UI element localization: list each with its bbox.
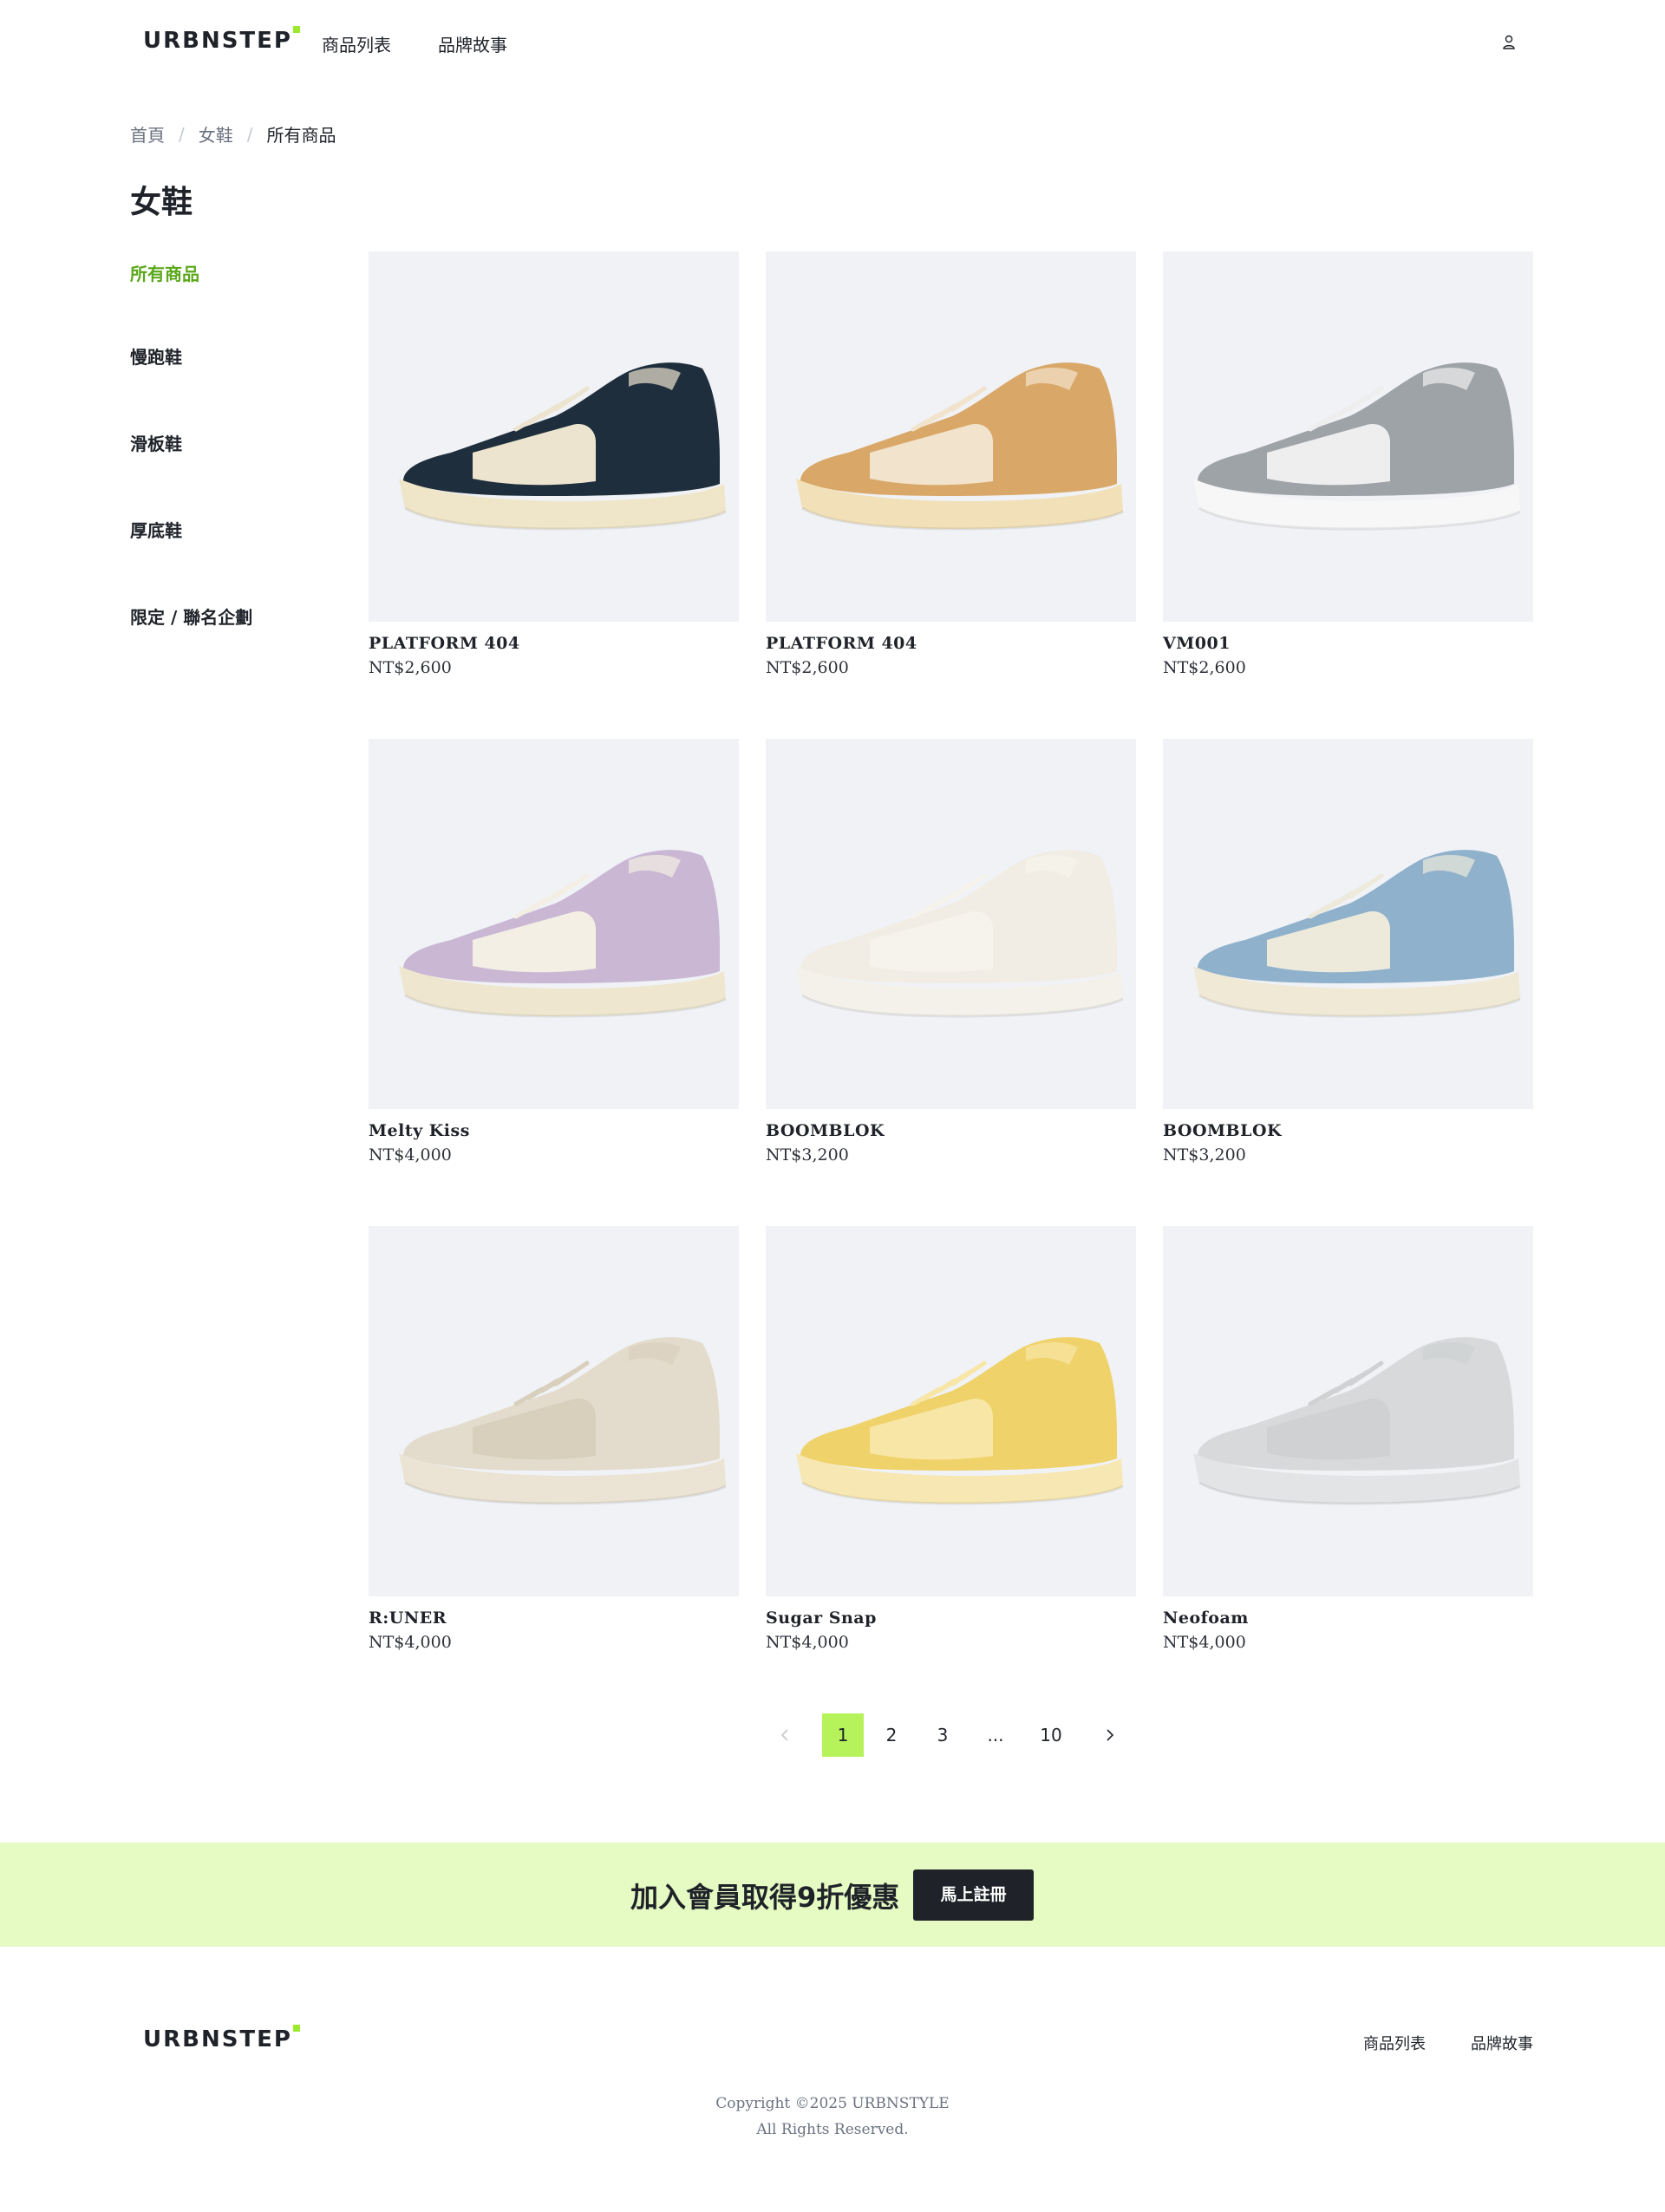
footer-logo[interactable]: URBNSTEP <box>143 2025 300 2052</box>
page-ellipsis: ... <box>987 1725 1004 1745</box>
product-price: NT$4,000 <box>369 1145 452 1165</box>
sneaker-illustration <box>1193 1337 1521 1505</box>
product-image[interactable] <box>766 251 1136 622</box>
product-card[interactable]: PLATFORM 404 NT$2,600 <box>766 251 1136 677</box>
product-image[interactable] <box>766 739 1136 1109</box>
product-name[interactable]: R:UNER <box>369 1608 739 1628</box>
breadcrumb-home[interactable]: 首頁 <box>130 121 165 147</box>
sidebar-item-limited-collab[interactable]: 限定 / 聯名企劃 <box>130 604 252 629</box>
product-image[interactable] <box>369 251 739 622</box>
logo-text: URBNSTEP <box>143 28 292 54</box>
page-1-button[interactable]: 1 <box>822 1713 864 1757</box>
product-image[interactable] <box>1163 251 1533 622</box>
page-3-button[interactable]: 3 <box>925 1713 960 1757</box>
product-name[interactable]: BOOMBLOK <box>766 1121 1136 1140</box>
product-card[interactable]: PLATFORM 404 NT$2,600 <box>369 251 739 677</box>
product-image[interactable] <box>1163 739 1533 1109</box>
breadcrumb: 首頁 / 女鞋 / 所有商品 <box>130 121 336 147</box>
sidebar-item-platform[interactable]: 厚底鞋 <box>130 517 182 542</box>
logo-accent-mark <box>293 26 300 33</box>
register-button[interactable]: 馬上註冊 <box>913 1869 1034 1921</box>
logo-text: URBNSTEP <box>143 2026 292 2052</box>
product-name[interactable]: Neofoam <box>1163 1608 1533 1628</box>
page-10-button[interactable]: 10 <box>1034 1713 1068 1757</box>
product-image[interactable] <box>369 1226 739 1596</box>
product-card[interactable]: Melty Kiss NT$4,000 <box>369 739 739 1165</box>
sneaker-illustration <box>1193 362 1521 531</box>
breadcrumb-separator: / <box>179 123 185 145</box>
product-price: NT$2,600 <box>1163 658 1246 677</box>
logo-accent-mark <box>293 2025 300 2032</box>
sneaker-illustration <box>796 1337 1124 1505</box>
product-price: NT$2,600 <box>369 658 452 677</box>
product-price: NT$4,000 <box>766 1633 849 1652</box>
sneaker-illustration <box>399 850 727 1018</box>
product-card[interactable]: BOOMBLOK NT$3,200 <box>1163 739 1533 1165</box>
chevron-right-icon[interactable] <box>1097 1713 1123 1757</box>
site-logo[interactable]: URBNSTEP <box>143 26 300 54</box>
sneaker-illustration <box>1193 850 1521 1018</box>
product-price: NT$3,200 <box>766 1145 849 1165</box>
footer-link-brand-story[interactable]: 品牌故事 <box>1471 2032 1533 2054</box>
member-promo-banner: 加入會員取得9折優惠 馬上註冊 <box>0 1843 1665 1947</box>
product-image[interactable] <box>766 1226 1136 1596</box>
product-price: NT$3,200 <box>1163 1145 1246 1165</box>
product-card[interactable]: Neofoam NT$4,000 <box>1163 1226 1533 1652</box>
sneaker-illustration <box>399 1337 727 1505</box>
product-price: NT$4,000 <box>369 1633 452 1652</box>
product-name[interactable]: PLATFORM 404 <box>766 634 1136 653</box>
nav-brand-story[interactable]: 品牌故事 <box>438 31 507 56</box>
user-icon[interactable] <box>1502 35 1516 50</box>
page-2-button[interactable]: 2 <box>874 1713 909 1757</box>
breadcrumb-current: 所有商品 <box>266 125 336 146</box>
product-card[interactable]: VM001 NT$2,600 <box>1163 251 1533 677</box>
copyright-line: Copyright ©2025 URBNSTYLE <box>715 2095 950 2112</box>
sneaker-illustration <box>796 850 1124 1018</box>
breadcrumb-separator: / <box>246 123 253 145</box>
product-card[interactable]: R:UNER NT$4,000 <box>369 1226 739 1652</box>
promo-text: 加入會員取得9折優惠 <box>630 1881 900 1914</box>
sidebar-item-running[interactable]: 慢跑鞋 <box>130 343 182 369</box>
breadcrumb-women-shoes[interactable]: 女鞋 <box>199 121 233 147</box>
product-name[interactable]: Sugar Snap <box>766 1608 1136 1628</box>
product-image[interactable] <box>1163 1226 1533 1596</box>
sneaker-illustration <box>399 362 727 531</box>
product-name[interactable]: PLATFORM 404 <box>369 634 739 653</box>
product-price: NT$2,600 <box>766 658 849 677</box>
sidebar-item-all-products[interactable]: 所有商品 <box>130 260 199 285</box>
site-header: URBNSTEP 商品列表 品牌故事 <box>0 0 1665 87</box>
chevron-left-icon[interactable] <box>772 1713 798 1757</box>
product-price: NT$4,000 <box>1163 1633 1246 1652</box>
pagination: 1 2 3 ... 10 <box>763 1713 1136 1757</box>
product-name[interactable]: BOOMBLOK <box>1163 1121 1533 1140</box>
sneaker-illustration <box>796 362 1124 531</box>
nav-products[interactable]: 商品列表 <box>322 31 391 56</box>
product-card[interactable]: Sugar Snap NT$4,000 <box>766 1226 1136 1652</box>
copyright-rights: All Rights Reserved. <box>756 2121 909 2138</box>
product-image[interactable] <box>369 739 739 1109</box>
product-name[interactable]: Melty Kiss <box>369 1121 739 1140</box>
product-card[interactable]: BOOMBLOK NT$3,200 <box>766 739 1136 1165</box>
page-title: 女鞋 <box>130 185 193 220</box>
footer-link-products[interactable]: 商品列表 <box>1363 2032 1426 2054</box>
sidebar-item-skate[interactable]: 滑板鞋 <box>130 430 182 455</box>
product-name[interactable]: VM001 <box>1163 634 1533 653</box>
